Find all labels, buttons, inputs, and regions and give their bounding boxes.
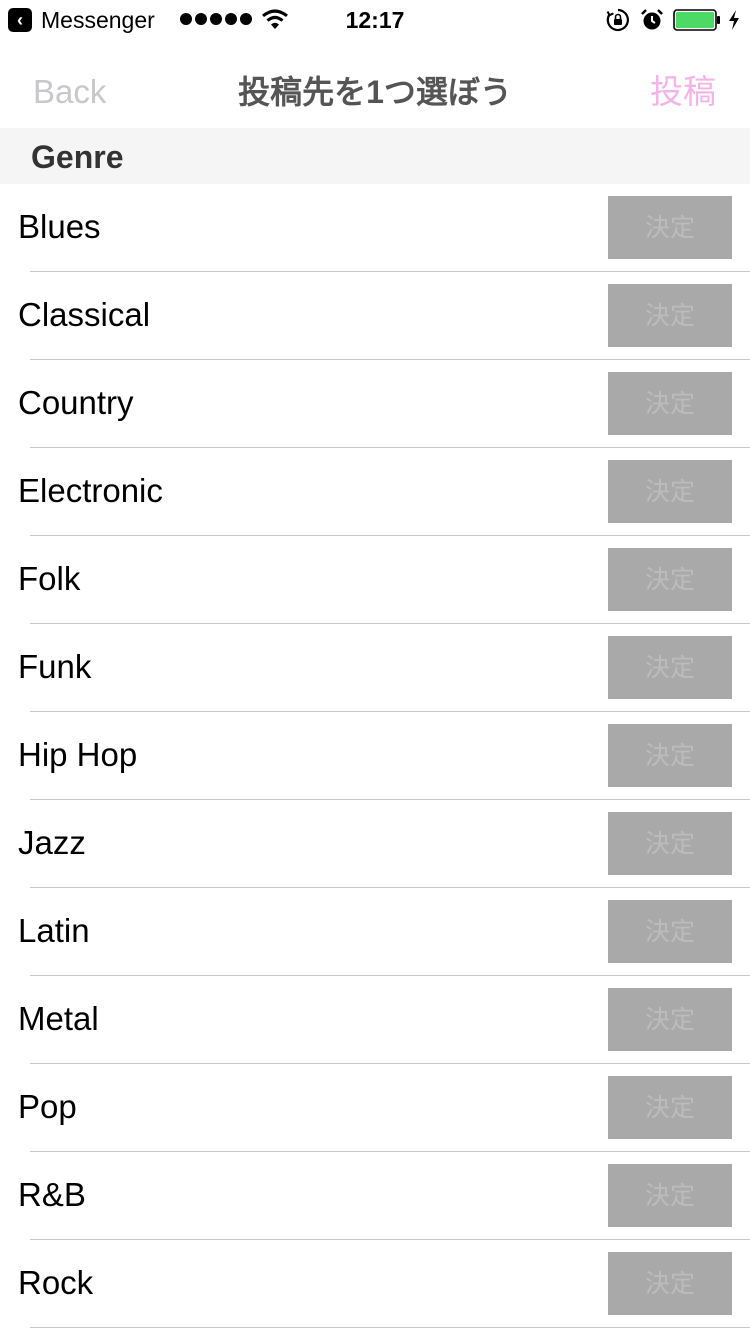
genre-row-hip-hop[interactable]: Hip Hop 決定 (0, 712, 750, 800)
genre-label: Latin (18, 912, 90, 949)
section-title: Genre (31, 139, 124, 175)
battery-icon (673, 9, 720, 31)
status-time: 12:17 (345, 7, 405, 33)
genre-label: Metal (18, 1000, 99, 1037)
genre-row-jazz[interactable]: Jazz 決定 (0, 800, 750, 888)
back-button[interactable]: Back (33, 70, 106, 114)
genre-row-rock[interactable]: Rock 決定 (0, 1240, 750, 1328)
genre-label: Rock (18, 1264, 94, 1301)
genre-row-r-and-b[interactable]: R&B 決定 (0, 1152, 750, 1240)
decide-button[interactable]: 決定 (608, 724, 732, 787)
genre-label: Jazz (18, 824, 86, 861)
orientation-lock-icon (606, 8, 629, 32)
genre-label: Blues (18, 208, 101, 245)
genre-section-header: Genre (0, 128, 750, 184)
navigation-bar: Back 投稿先を1つ選ぼう 投稿 (0, 40, 750, 128)
decide-button[interactable]: 決定 (608, 636, 732, 699)
genre-label: Hip Hop (18, 736, 138, 773)
status-bar: ‹ Messenger 12:17 (0, 0, 750, 40)
decide-button[interactable]: 決定 (608, 1164, 732, 1227)
genre-row-blues[interactable]: Blues 決定 (0, 184, 750, 272)
genre-label: Classical (18, 296, 151, 333)
genre-row-classical[interactable]: Classical 決定 (0, 272, 750, 360)
decide-button[interactable]: 決定 (608, 1252, 732, 1315)
decide-button[interactable]: 決定 (608, 1076, 732, 1139)
decide-button[interactable]: 決定 (608, 460, 732, 523)
genre-row-metal[interactable]: Metal 決定 (0, 976, 750, 1064)
alarm-clock-icon (641, 9, 663, 30)
genre-label: Folk (18, 560, 81, 597)
genre-row-electronic[interactable]: Electronic 決定 (0, 448, 750, 536)
genre-label: R&B (18, 1176, 86, 1213)
decide-button[interactable]: 決定 (608, 548, 732, 611)
genre-row-folk[interactable]: Folk 決定 (0, 536, 750, 624)
genre-list: Blues 決定 Classical 決定 Country 決定 Electro… (0, 184, 750, 1328)
genre-row-country[interactable]: Country 決定 (0, 360, 750, 448)
decide-button[interactable]: 決定 (608, 988, 732, 1051)
decide-button[interactable]: 決定 (608, 196, 732, 259)
decide-button[interactable]: 決定 (608, 284, 732, 347)
genre-row-latin[interactable]: Latin 決定 (0, 888, 750, 976)
genre-label: Country (18, 384, 134, 421)
genre-label: Pop (18, 1088, 77, 1125)
page-title: 投稿先を1つ選ぼう (238, 74, 512, 110)
decide-button[interactable]: 決定 (608, 812, 732, 875)
genre-row-pop[interactable]: Pop 決定 (0, 1064, 750, 1152)
genre-row-funk[interactable]: Funk 決定 (0, 624, 750, 712)
decide-button[interactable]: 決定 (608, 900, 732, 963)
genre-label: Electronic (18, 472, 163, 509)
charging-bolt-icon (729, 10, 739, 30)
post-button[interactable]: 投稿 (650, 70, 716, 114)
decide-button[interactable]: 決定 (608, 372, 732, 435)
genre-label: Funk (18, 648, 92, 685)
